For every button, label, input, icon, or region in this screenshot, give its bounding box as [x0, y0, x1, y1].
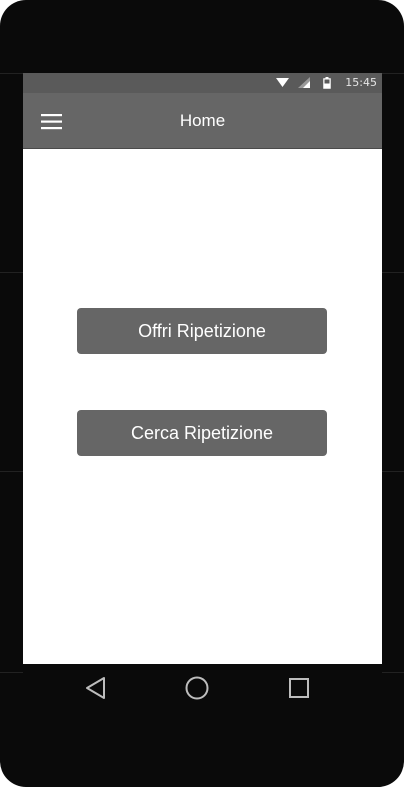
battery-icon — [323, 77, 331, 89]
offer-tutoring-button[interactable]: Offri Ripetizione — [77, 308, 327, 354]
page-title: Home — [179, 111, 226, 130]
bezel-divider — [382, 672, 404, 673]
status-time: 15:45 — [345, 76, 377, 89]
bezel-divider — [0, 73, 23, 74]
bezel-divider — [0, 672, 23, 673]
home-circle-icon[interactable] — [183, 674, 211, 702]
recents-square-icon[interactable] — [285, 674, 313, 702]
status-bar: 15:45 — [23, 73, 382, 93]
cellular-signal-icon — [298, 77, 310, 88]
navigation-bar — [23, 664, 382, 712]
screen: 15:45 Home Offri Ripetizione Cerca Ripet… — [23, 73, 382, 664]
bezel-divider — [0, 471, 23, 472]
bezel-divider — [382, 272, 404, 273]
wifi-icon — [276, 78, 289, 87]
search-tutoring-button[interactable]: Cerca Ripetizione — [77, 410, 327, 456]
back-triangle-icon[interactable] — [83, 674, 111, 702]
app-bar: Home — [23, 93, 382, 149]
bezel-divider — [382, 471, 404, 472]
bezel-divider — [0, 272, 23, 273]
phone-frame: 15:45 Home Offri Ripetizione Cerca Ripet… — [0, 0, 404, 787]
bezel-divider — [382, 73, 404, 74]
